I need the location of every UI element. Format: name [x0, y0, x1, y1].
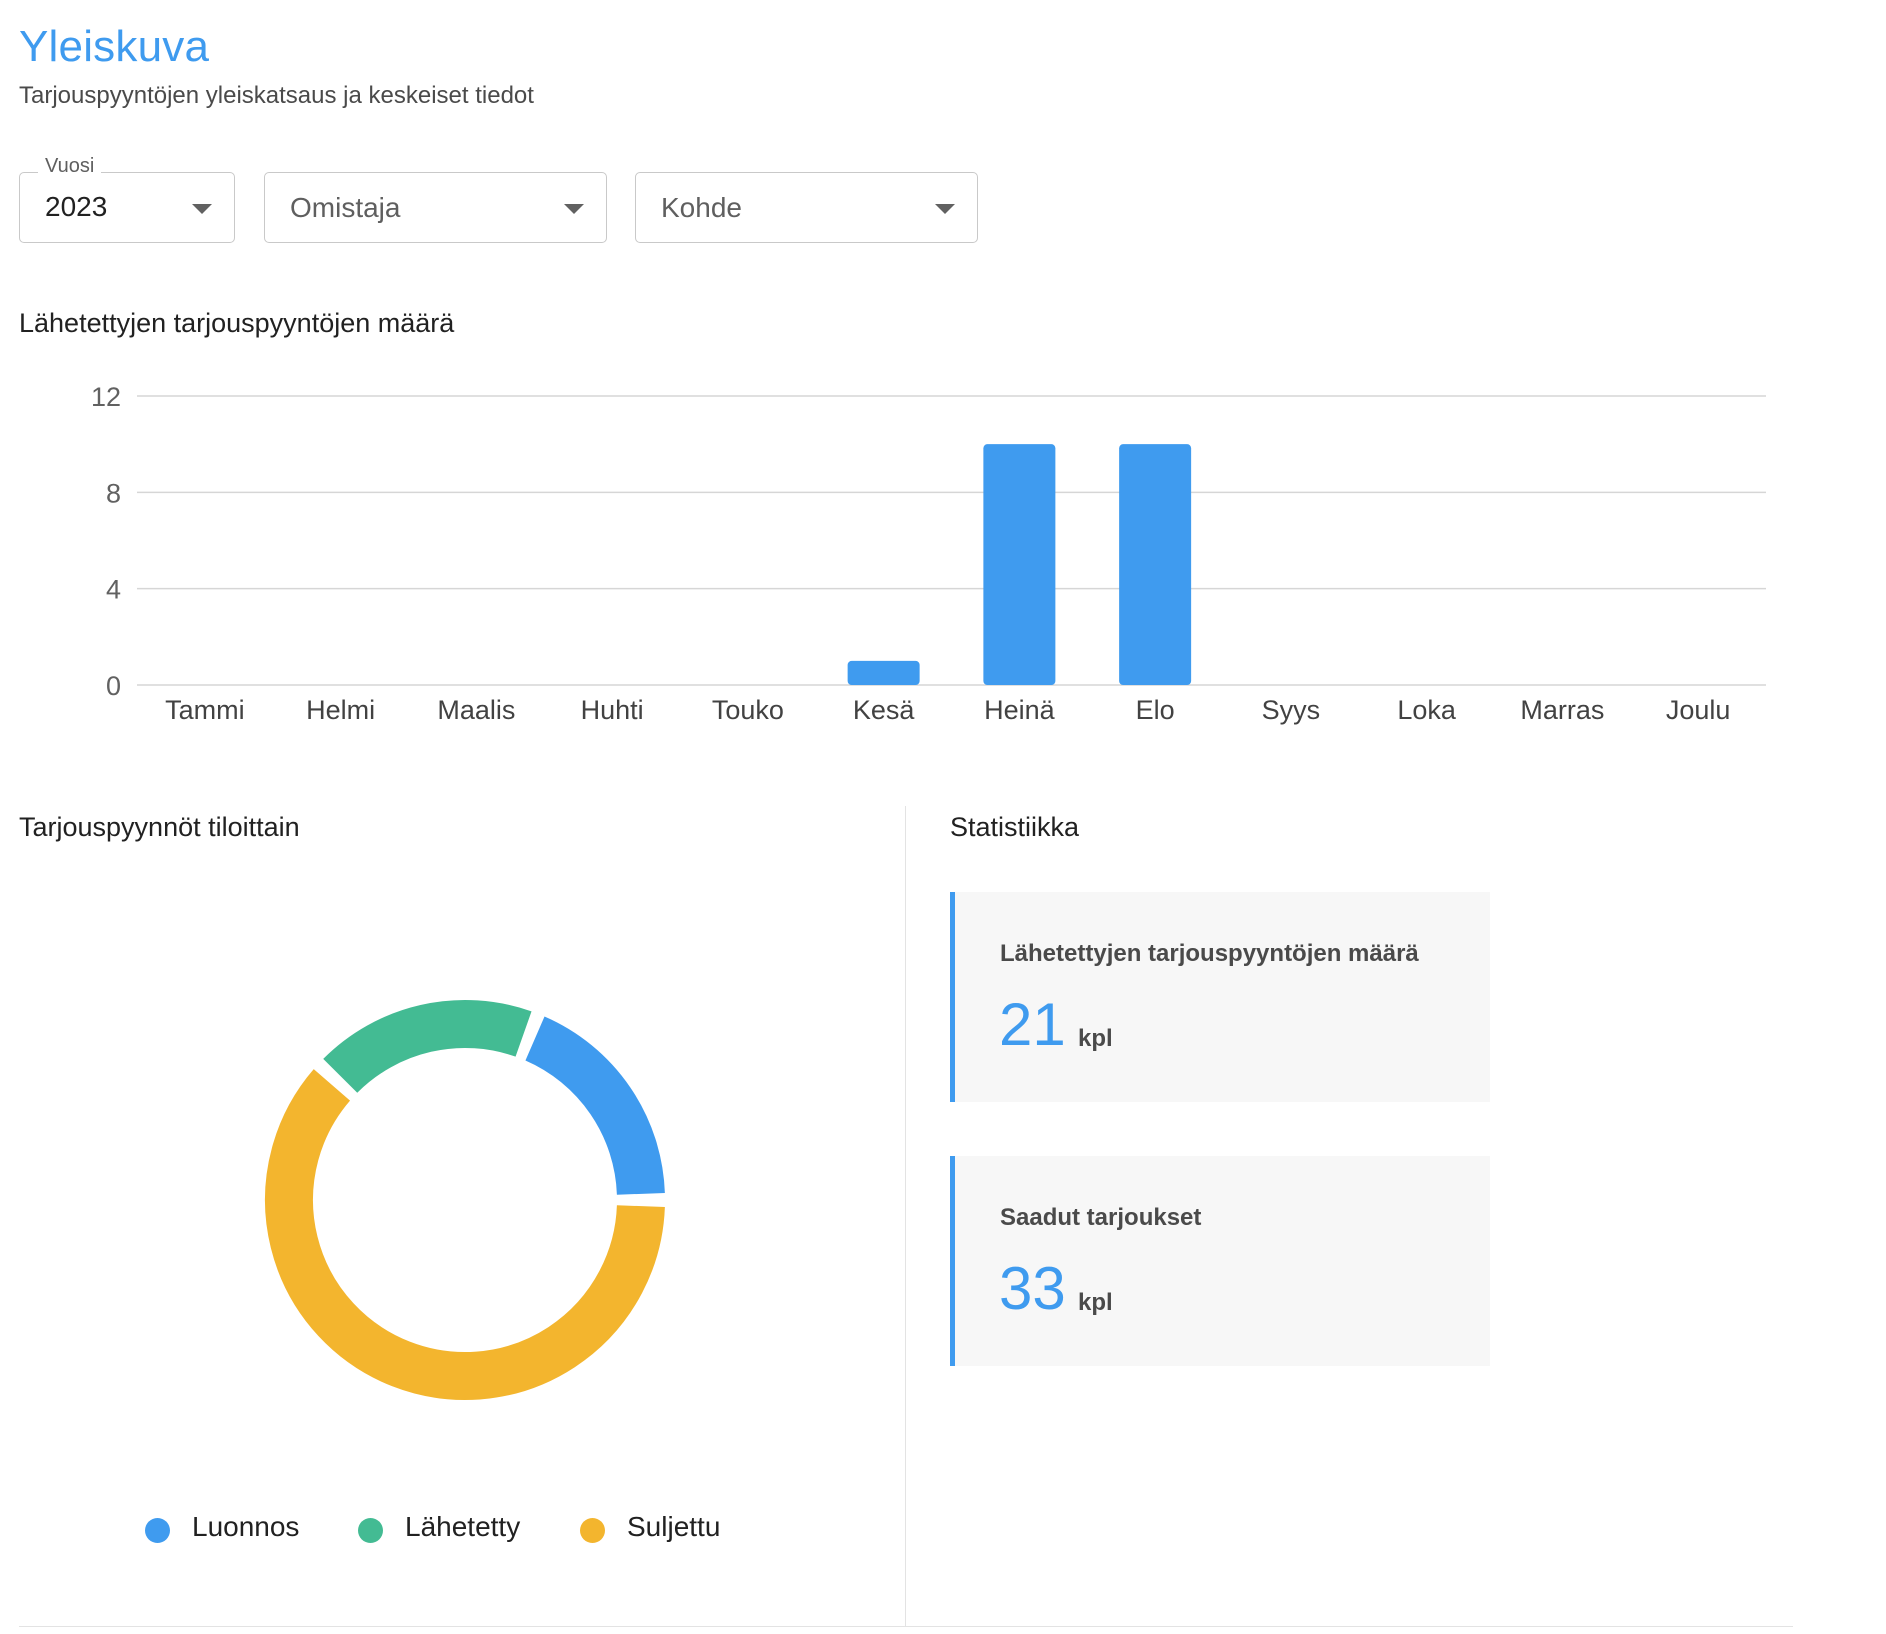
year-select[interactable]: Vuosi 2023: [19, 155, 235, 243]
stat-value: 33: [999, 1255, 1066, 1322]
column-divider: [905, 806, 906, 1626]
y-tick-label: 12: [91, 382, 121, 412]
legend-dot-draft: [145, 1518, 170, 1543]
status-donut-chart: [265, 1000, 665, 1400]
x-tick-label: Syys: [1262, 695, 1321, 725]
x-tick-label: Kesä: [853, 695, 916, 725]
page-title: Yleiskuva: [19, 22, 210, 71]
stat-card-sent-requests: Lähetettyjen tarjouspyyntöjen määrä 21 k…: [950, 892, 1490, 1102]
y-tick-label: 8: [106, 478, 121, 508]
target-select-placeholder: Kohde: [661, 192, 742, 223]
bar-heinä[interactable]: [983, 444, 1056, 685]
chevron-down-icon: [564, 204, 584, 214]
chevron-down-icon: [935, 204, 955, 214]
y-tick-label: 4: [106, 575, 121, 605]
x-tick-label: Elo: [1136, 695, 1175, 725]
owner-select-placeholder: Omistaja: [290, 192, 401, 223]
x-tick-label: Helmi: [306, 695, 375, 725]
bottom-divider: [19, 1626, 1793, 1627]
legend-dot-closed: [580, 1518, 605, 1543]
overview-page: Yleiskuva Tarjouspyyntöjen yleiskatsaus …: [0, 0, 1886, 1634]
year-select-value: 2023: [45, 191, 108, 222]
target-select[interactable]: Kohde: [635, 172, 978, 243]
x-tick-label: Maalis: [437, 695, 515, 725]
donut-slice-suljettu[interactable]: [265, 1069, 665, 1400]
monthly-bar-chart: 0 4 8 12 Tammi Helmi Maalis Huhti Touko Kesä Heinä…: [91, 382, 1766, 725]
chevron-down-icon: [192, 204, 212, 214]
bar-chart-title: Lähetettyjen tarjouspyyntöjen määrä: [19, 308, 455, 338]
x-tick-label: Huhti: [581, 695, 644, 725]
x-tick-label: Tammi: [165, 695, 245, 725]
donut-slice-luonnos[interactable]: [524, 1016, 665, 1196]
owner-select[interactable]: Omistaja: [264, 172, 607, 243]
year-select-label: Vuosi: [38, 155, 102, 178]
x-tick-label: Loka: [1397, 695, 1457, 725]
stat-card-received-offers: Saadut tarjoukset 33 kpl: [950, 1156, 1490, 1366]
stat-value: 21: [999, 991, 1066, 1058]
legend-label-closed: Suljettu: [627, 1511, 721, 1542]
donut-slice-lähetetty[interactable]: [323, 1000, 532, 1094]
x-tick-label: Heinä: [984, 695, 1056, 725]
stat-unit: kpl: [1078, 1025, 1113, 1052]
stats-title: Statistiikka: [950, 812, 1080, 842]
bar-kesä[interactable]: [847, 660, 920, 685]
legend-label-sent: Lähetetty: [405, 1511, 521, 1542]
legend-label-draft: Luonnos: [192, 1511, 300, 1542]
x-tick-label: Marras: [1520, 695, 1604, 725]
legend-dot-sent: [358, 1518, 383, 1543]
bar-elo[interactable]: [1119, 444, 1192, 685]
stat-label: Saadut tarjoukset: [1000, 1204, 1202, 1231]
stat-unit: kpl: [1078, 1289, 1113, 1316]
donut-chart-title: Tarjouspyynnöt tiloittain: [19, 812, 300, 842]
x-tick-label: Touko: [712, 695, 784, 725]
x-tick-label: Joulu: [1666, 695, 1731, 725]
y-tick-label: 0: [106, 671, 121, 701]
stat-label: Lähetettyjen tarjouspyyntöjen määrä: [1000, 940, 1419, 967]
page-subtitle: Tarjouspyyntöjen yleiskatsaus ja keskeis…: [19, 82, 534, 109]
